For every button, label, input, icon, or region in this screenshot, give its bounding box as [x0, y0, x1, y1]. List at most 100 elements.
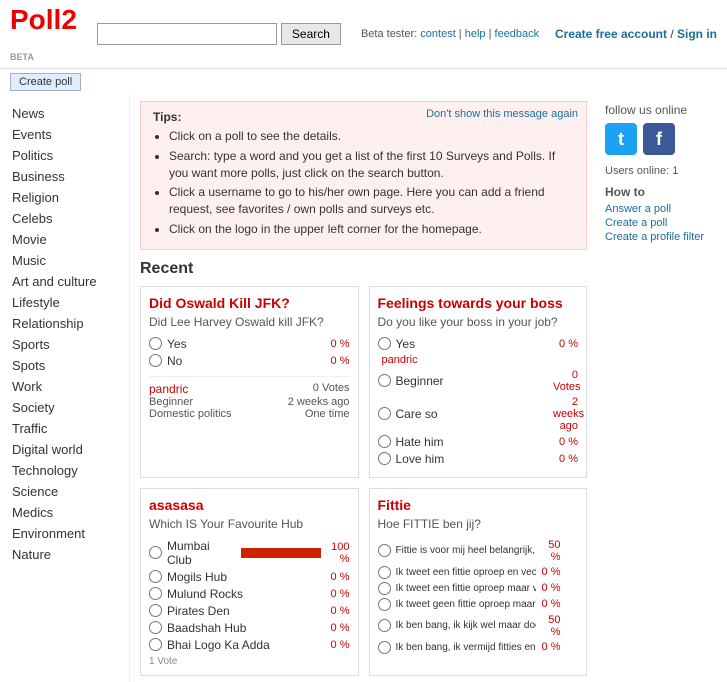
poll-radio[interactable]	[378, 374, 391, 387]
tip-item-2: Search: type a word and you get a list o…	[169, 148, 574, 182]
poll-votes-info-3: 1 Vote	[149, 656, 350, 667]
poll-title-4[interactable]: Fittie	[378, 497, 411, 513]
poll-radio[interactable]	[378, 566, 391, 579]
poll-card-3: asasasa Which IS Your Favourite Hub Mumb…	[140, 488, 359, 676]
create-poll-button[interactable]: Create poll	[10, 73, 81, 91]
poll-option: Bhai Logo Ka Adda 0 %	[149, 638, 350, 652]
facebook-icon[interactable]: f	[643, 123, 675, 155]
sidebar-item-music[interactable]: Music	[8, 250, 129, 271]
sidebar-item-politics[interactable]: Politics	[8, 145, 129, 166]
poll-author-1[interactable]: pandric	[149, 382, 188, 396]
beta-contest-link[interactable]: contest	[420, 28, 455, 40]
poll-category-1: Domestic politics	[149, 408, 232, 420]
poll-option: Love him 0 %	[378, 452, 579, 466]
subheader: Create poll	[0, 69, 727, 95]
poll-date-1: 2 weeks ago	[288, 396, 350, 408]
sidebar-item-movie[interactable]: Movie	[8, 229, 129, 250]
poll-option: Hate him 0 %	[378, 435, 579, 449]
poll-radio[interactable]	[378, 544, 391, 557]
tip-item-1: Click on a poll to see the details.	[169, 128, 574, 145]
signin-link[interactable]: Sign in	[677, 27, 717, 41]
search-input[interactable]	[97, 23, 277, 45]
sidebar-item-art[interactable]: Art and culture	[8, 271, 129, 292]
sidebar-item-celebs[interactable]: Celebs	[8, 208, 129, 229]
poll-radio[interactable]	[378, 582, 391, 595]
beta-label: Beta tester:	[361, 28, 417, 40]
poll-option: Ik tweet een fittie oproep en vecht 0 %	[378, 566, 579, 579]
sidebar-item-technology[interactable]: Technology	[8, 460, 129, 481]
sidebar-item-work[interactable]: Work	[8, 376, 129, 397]
poll-option: Ik tweet een fittie oproep maar vecht ni…	[378, 582, 579, 595]
sidebar-item-religion[interactable]: Religion	[8, 187, 129, 208]
logo-sub: BETA	[10, 52, 34, 62]
poll-radio[interactable]	[378, 407, 391, 420]
search-area: Search	[97, 23, 341, 45]
poll-radio[interactable]	[378, 337, 391, 350]
beta-feedback-link[interactable]: feedback	[495, 28, 540, 40]
sidebar-item-relationship[interactable]: Relationship	[8, 313, 129, 334]
sidebar: News Events Politics Business Religion C…	[0, 95, 130, 682]
sidebar-item-digital[interactable]: Digital world	[8, 439, 129, 460]
poll-radio[interactable]	[149, 638, 162, 651]
poll-radio[interactable]	[149, 621, 162, 634]
beta-area: Beta tester: contest | help | feedback	[361, 28, 539, 40]
poll-radio[interactable]	[149, 546, 162, 559]
poll-title-3[interactable]: asasasa	[149, 497, 204, 513]
poll-option: Ik ben bang, ik kijk wel maar doe niet m…	[378, 614, 579, 638]
sidebar-item-sports[interactable]: Sports	[8, 334, 129, 355]
poll-title-1[interactable]: Did Oswald Kill JFK?	[149, 295, 290, 311]
poll-radio[interactable]	[378, 598, 391, 611]
how-to-create-link[interactable]: Create a poll	[605, 217, 719, 229]
dont-show-link[interactable]: Don't show this message again	[426, 108, 578, 120]
search-button[interactable]: Search	[281, 23, 341, 45]
sidebar-item-science[interactable]: Science	[8, 481, 129, 502]
sidebar-item-traffic[interactable]: Traffic	[8, 418, 129, 439]
poll-option: Yes 0 %	[378, 337, 579, 351]
sidebar-item-events[interactable]: Events	[8, 124, 129, 145]
how-to-title: How to	[605, 185, 719, 199]
twitter-icon[interactable]: t	[605, 123, 637, 155]
sidebar-item-news[interactable]: News	[8, 103, 129, 124]
site-logo[interactable]: Poll2BETA	[10, 6, 77, 62]
poll-radio[interactable]	[378, 435, 391, 448]
sidebar-item-spots[interactable]: Spots	[8, 355, 129, 376]
poll-option: Fittie is voor mij heel belangrijk, het …	[378, 539, 579, 563]
poll-radio[interactable]	[149, 570, 162, 583]
poll-radio[interactable]	[378, 452, 391, 465]
logo-text1: Poll	[10, 4, 61, 35]
how-to-filter-link[interactable]: Create a profile filter	[605, 231, 719, 243]
poll-radio[interactable]	[149, 337, 162, 350]
poll-subtitle-4: Hoe FITTIE ben jij?	[378, 517, 579, 531]
header-separator: /	[670, 27, 677, 41]
poll-option: Ik tweet geen fittie oproep maar vecht w…	[378, 598, 579, 611]
sidebar-item-medics[interactable]: Medics	[8, 502, 129, 523]
poll-option: Mulund Rocks 0 %	[149, 587, 350, 601]
poll-subtitle-2: Do you like your boss in your job?	[378, 315, 579, 329]
poll-freq-1: One time	[305, 408, 350, 420]
tips-box: Don't show this message again Tips: Clic…	[140, 101, 587, 250]
sidebar-item-lifestyle[interactable]: Lifestyle	[8, 292, 129, 313]
sidebar-item-environment[interactable]: Environment	[8, 523, 129, 544]
follow-title: follow us online	[605, 103, 719, 117]
poll-option: Ik ben bang, ik vermijd fitties en rwina…	[378, 641, 579, 654]
poll-radio[interactable]	[149, 354, 162, 367]
poll-title-2[interactable]: Feelings towards your boss	[378, 295, 563, 311]
create-account-link[interactable]: Create free account	[555, 27, 667, 41]
poll-votes-1: 0 Votes	[313, 382, 350, 396]
sidebar-item-nature[interactable]: Nature	[8, 544, 129, 565]
sidebar-item-society[interactable]: Society	[8, 397, 129, 418]
tip-item-3: Click a username to go to his/her own pa…	[169, 184, 574, 218]
poll-subtitle-3: Which IS Your Favourite Hub	[149, 517, 350, 531]
poll-card-2: Feelings towards your boss Do you like y…	[369, 286, 588, 478]
poll-radio[interactable]	[149, 587, 162, 600]
poll-radio[interactable]	[149, 604, 162, 617]
poll-card-4: Fittie Hoe FITTIE ben jij? Fittie is voo…	[369, 488, 588, 676]
tip-item-4: Click on the logo in the upper left corn…	[169, 221, 574, 238]
poll-radio[interactable]	[378, 619, 391, 632]
sidebar-item-business[interactable]: Business	[8, 166, 129, 187]
how-to-answer-link[interactable]: Answer a poll	[605, 203, 719, 215]
poll-overlay-text: pandric	[382, 354, 579, 366]
beta-help-link[interactable]: help	[465, 28, 486, 40]
poll-radio[interactable]	[378, 641, 391, 654]
poll-option: Yes 0 %	[149, 337, 350, 351]
